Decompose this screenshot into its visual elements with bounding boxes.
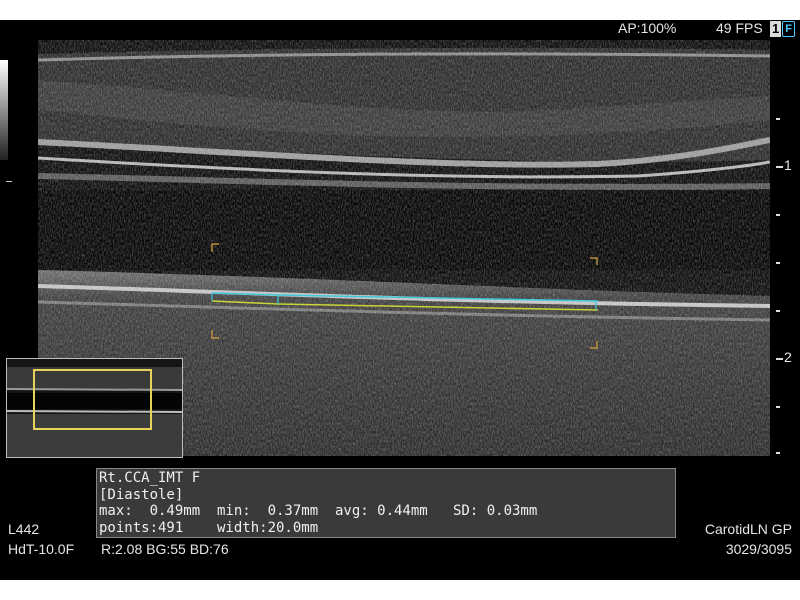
measurement-phase: [Diastole] (99, 486, 184, 503)
depth-tick (776, 358, 783, 360)
ultrasound-screen: AP:100% 49 FPS 1 F 1 2 Rt.CCA_IMT F [Dia… (0, 0, 800, 600)
freeze-icon: F (782, 21, 795, 37)
probe-label: L442 (8, 521, 40, 537)
depth-label-2: 2 (784, 349, 792, 365)
preset-label: CarotidLN GP (704, 521, 792, 537)
frame-rate-readout: 49 FPS (716, 20, 763, 36)
depth-tick (776, 118, 780, 120)
measurement-stats: max: 0.49mm min: 0.37mm avg: 0.44mm SD: … (99, 503, 538, 519)
imt-measurement-box: Rt.CCA_IMT F [Diastole] max: 0.49mm min:… (96, 468, 676, 538)
measurement-title: Rt.CCA_IMT F (99, 470, 201, 486)
depth-tick (776, 406, 780, 408)
reference-thumbnail (6, 358, 183, 458)
frame-counter: 3029/3095 (725, 541, 792, 557)
frequency-label: HdT-10.0F (8, 541, 75, 557)
imaging-params: R:2.08 BG:55 BD:76 (101, 541, 229, 557)
depth-label-1: 1 (784, 157, 792, 173)
depth-tick (776, 166, 783, 168)
frame-badge: 1 F (770, 20, 798, 38)
grayscale-bar (0, 60, 8, 160)
frame-badge-number: 1 (770, 21, 782, 37)
depth-tick (776, 452, 780, 454)
measurement-points: points:491 width:20.0mm (99, 519, 319, 536)
depth-tick (776, 214, 780, 216)
depth-tick (776, 310, 780, 312)
acoustic-power-readout: AP:100% (618, 20, 677, 36)
depth-scale: 1 2 (776, 40, 800, 456)
depth-tick (776, 262, 780, 264)
grayscale-marker (6, 181, 12, 182)
